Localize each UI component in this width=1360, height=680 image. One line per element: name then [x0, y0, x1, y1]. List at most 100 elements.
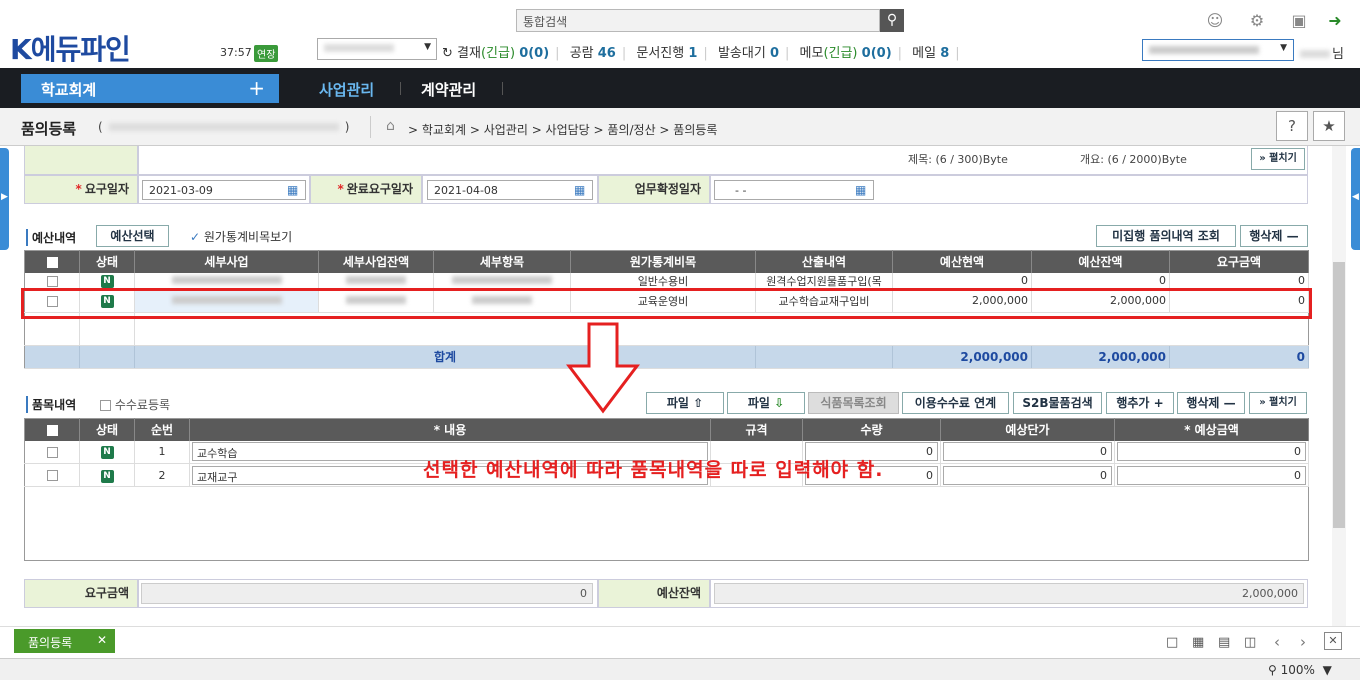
home-icon[interactable]: ⌂ [386, 118, 395, 134]
col-request-amount: 요구금액 [1169, 250, 1309, 273]
select-all-checkbox[interactable] [24, 250, 80, 273]
budget-left-cell: 0 [1031, 272, 1170, 290]
form-label-empty [24, 146, 138, 175]
k-edufine-logo[interactable]: K에듀파인 [10, 28, 131, 68]
col-unit-price: 예상단가 [940, 418, 1115, 441]
add-row-button[interactable]: 행추가 + [1106, 392, 1174, 414]
col-calc-detail: 산출내역 [755, 250, 893, 273]
status-badge: N [100, 275, 114, 288]
help-user-icon[interactable]: ☺ [1204, 10, 1226, 32]
down-arrow-icon [566, 322, 640, 414]
seq-cell: 2 [134, 463, 190, 487]
total-row: 합계 2,000,000 2,000,000 0 [24, 345, 1309, 369]
memo-link[interactable]: 메모(긴급) 0(0) [800, 46, 892, 61]
request-amount-label: 요구금액 [24, 579, 138, 608]
fee-register-toggle[interactable]: 수수료등록 [100, 396, 170, 413]
chevron-down-icon: ▼ [424, 42, 431, 52]
extend-session-button[interactable]: 연장 [254, 45, 279, 62]
expand-form-button[interactable]: » 펼치기 [1251, 148, 1305, 170]
left-panel-handle[interactable]: ▶ [0, 148, 9, 250]
notice-link[interactable]: 공람 46 [570, 46, 616, 61]
row-checkbox[interactable] [46, 275, 58, 287]
checkbox-checked-icon[interactable]: ✓ [190, 230, 200, 244]
calendar-icon[interactable]: ▦ [287, 183, 303, 197]
fee-link-button[interactable]: 이용수수료 연계 [902, 392, 1009, 414]
file-upload-button[interactable]: 파일 ⇧ [646, 392, 724, 414]
school-select[interactable]: ▼ [317, 38, 437, 60]
monitor-icon[interactable]: ▣ [1288, 10, 1310, 32]
layout-rows-icon[interactable]: ▤ [1218, 635, 1230, 650]
select-all-checkbox[interactable] [24, 418, 80, 441]
nav-tab-school-accounting[interactable]: 학교회계 + [21, 74, 279, 103]
global-search-input[interactable]: 통합검색 [516, 9, 880, 32]
confirm-date-input[interactable]: - - ▦ [714, 180, 874, 200]
nav-contract-management[interactable]: 계약관리 [421, 79, 476, 100]
complete-date-input[interactable]: 2021-04-08 ▦ [427, 180, 593, 200]
user-settings-icon[interactable]: ⚙ [1246, 10, 1268, 32]
calendar-icon[interactable]: ▦ [855, 183, 871, 197]
plus-icon[interactable]: + [248, 76, 265, 100]
total-budget-left: 2,000,000 [1031, 345, 1170, 369]
calc-detail-cell: 원격수업지원물품구입(목 [755, 272, 893, 290]
food-list-button[interactable]: 식품목록조회 [808, 392, 899, 414]
scrollbar-thumb[interactable] [1333, 262, 1345, 528]
amount-input[interactable]: 0 [1117, 442, 1306, 462]
items-table: 상태 순번 * 내용 규격 수량 예상단가 * 예상금액 N 1 교수학습 0 … [24, 418, 1309, 561]
refresh-icon[interactable]: ↻ [442, 46, 453, 61]
main-nav: 학교회계 + 사업관리 계약관리 [0, 68, 1360, 108]
items-delete-row-button[interactable]: 행삭제 — [1177, 392, 1245, 414]
col-cost-item: 원가통계비목 [570, 250, 756, 273]
user-role-select[interactable]: ▼ [1142, 39, 1294, 61]
unexecuted-lookup-button[interactable]: 미집행 품의내역 조회 [1096, 225, 1236, 247]
title-byte-count: 제목: (6 / 300)Byte [908, 153, 1008, 166]
close-icon[interactable]: ✕ [97, 633, 107, 647]
budget-delete-row-button[interactable]: 행삭제 — [1240, 225, 1308, 247]
next-tab-icon[interactable]: › [1300, 633, 1306, 651]
col-status: 상태 [79, 418, 135, 441]
file-download-button[interactable]: 파일 ⇩ [727, 392, 805, 414]
zoom-level[interactable]: ⚲ 100% ▼ [1268, 663, 1332, 677]
search-icon[interactable]: ⚲ [880, 9, 904, 32]
request-amount-value: 0 [141, 583, 593, 604]
budget-select-button[interactable]: 예산선택 [96, 225, 169, 247]
send-wait-link[interactable]: 발송대기 0 [718, 46, 779, 61]
row-checkbox[interactable] [46, 446, 58, 458]
col-status: 상태 [79, 250, 135, 273]
close-all-tabs-icon[interactable]: ✕ [1324, 632, 1342, 650]
status-badge: N [100, 446, 114, 460]
prev-tab-icon[interactable]: ‹ [1274, 633, 1280, 651]
doc-progress-link[interactable]: 문서진행 1 [636, 46, 697, 61]
s2b-search-button[interactable]: S2B물품검색 [1013, 392, 1102, 414]
row-checkbox[interactable] [46, 470, 58, 481]
nav-project-management[interactable]: 사업관리 [319, 79, 374, 100]
unit-price-input[interactable]: 0 [943, 442, 1112, 462]
help-icon[interactable]: ? [1276, 111, 1308, 141]
items-expand-button[interactable]: » 펼치기 [1249, 392, 1307, 414]
request-date-input[interactable]: 2021-03-09 ▦ [142, 180, 306, 200]
status-bar: ⚲ 100% ▼ [0, 658, 1360, 680]
amount-input[interactable]: 0 [1117, 465, 1306, 485]
logout-icon[interactable]: ➜ [1324, 10, 1346, 32]
right-panel-handle[interactable]: ◀ [1351, 148, 1360, 250]
table-row[interactable]: N 일반수용비 원격수업지원물품구입(목 0 0 0 [24, 272, 1309, 290]
calendar-icon[interactable]: ▦ [574, 183, 590, 197]
mail-link[interactable]: 메일 8 [912, 46, 949, 61]
approval-link[interactable]: 결재(긴급) 0(0) [457, 46, 549, 61]
layout-columns-icon[interactable]: ◫ [1244, 635, 1256, 650]
cost-stat-toggle[interactable]: ✓ 원가통계비목보기 [190, 228, 292, 245]
budget-left-label: 예산잔액 [598, 579, 710, 608]
col-detail-item: 세부항목 [433, 250, 571, 273]
favorite-star-icon[interactable]: ★ [1313, 111, 1345, 141]
col-content: * 내용 [189, 418, 711, 441]
total-budget-now: 2,000,000 [892, 345, 1032, 369]
layout-single-icon[interactable]: □ [1166, 635, 1178, 650]
budget-left-value: 2,000,000 [714, 583, 1304, 604]
doc-tab-pum[interactable]: 품의등록 ✕ [14, 629, 115, 653]
unit-price-input[interactable]: 0 [943, 465, 1112, 485]
seq-cell: 1 [134, 440, 190, 464]
layout-grid-icon[interactable]: ▦ [1192, 635, 1204, 650]
checkbox-icon[interactable] [100, 400, 111, 411]
col-spec: 규격 [710, 418, 803, 441]
items-section-title: 품목내역 [26, 396, 76, 413]
request-cell: 0 [1169, 272, 1309, 290]
